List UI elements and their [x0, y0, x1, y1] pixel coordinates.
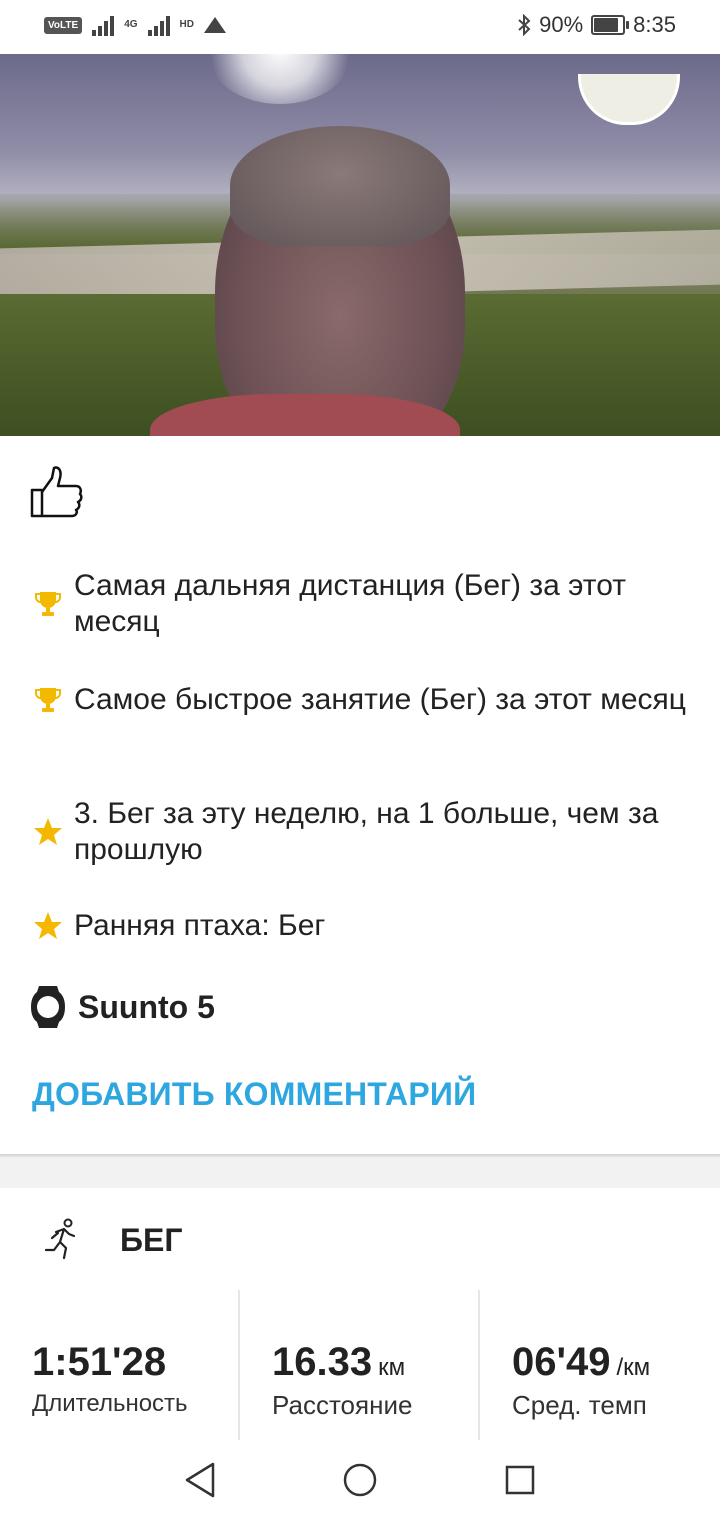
stat-label: Длительность [32, 1390, 188, 1417]
volte-badge: VoLTE [44, 16, 83, 34]
stat-divider [238, 1290, 240, 1440]
stat-value: 06'49 [512, 1340, 611, 1384]
activity-photo[interactable] [0, 54, 720, 436]
stat-label: Сред. темп [512, 1390, 647, 1420]
battery-percent: 90% [539, 12, 584, 37]
section-separator [0, 1154, 720, 1188]
hd-tag: HD [179, 19, 194, 30]
stat-value: 16.33 [272, 1340, 373, 1384]
back-icon[interactable] [180, 1460, 220, 1500]
home-icon[interactable] [340, 1460, 380, 1500]
stat-unit: /км [616, 1354, 651, 1381]
clock: 8:35 [633, 12, 676, 37]
avatar[interactable] [578, 74, 680, 125]
watch-icon [31, 986, 65, 1028]
add-comment-button[interactable]: ДОБАВИТЬ КОММЕНТАРИЙ [32, 1076, 476, 1113]
sport-row: БЕГ [44, 1218, 182, 1262]
stat-label: Расстояние [272, 1390, 413, 1420]
device-row: Suunto 5 [30, 984, 215, 1030]
trophy-icon [32, 588, 64, 620]
thumbs-up-icon[interactable] [28, 466, 84, 520]
trophy-icon [32, 684, 64, 716]
status-bar: VoLTE 4G HD 90% 8:35 [0, 0, 720, 54]
sport-label: БЕГ [120, 1221, 183, 1258]
signal-icon [92, 14, 115, 36]
star-icon [32, 816, 64, 848]
bluetooth-icon [518, 14, 531, 36]
achievement-text: 3. Бег за эту неделю, на 1 больше, чем з… [74, 797, 659, 866]
achievement-item: Ранняя птаха: Бег [32, 908, 692, 944]
stat-unit: км [378, 1354, 406, 1381]
achievement-text: Самая дальняя дистанция (Бег) за этот ме… [74, 569, 626, 638]
navigation-bar [0, 1440, 720, 1520]
achievement-item: 3. Бег за эту неделю, на 1 больше, чем з… [32, 796, 692, 868]
achievement-item: Самая дальняя дистанция (Бег) за этот ме… [32, 568, 692, 640]
achievement-item: Самое быстрое занятие (Бег) за этот меся… [32, 682, 692, 718]
stats-row: 1:51'28 Длительность 16.33 км Расстояние … [0, 1290, 720, 1440]
achievement-text: Ранняя птаха: Бег [74, 909, 326, 942]
achievement-text: Самое быстрое занятие (Бег) за этот меся… [74, 683, 686, 716]
recents-icon[interactable] [500, 1460, 540, 1500]
alert-icon [203, 17, 226, 33]
stat-value: 1:51'28 [32, 1340, 167, 1384]
network-type: 4G [124, 19, 138, 30]
running-icon [44, 1218, 76, 1260]
stat-divider [478, 1290, 480, 1440]
device-name: Suunto 5 [78, 988, 215, 1025]
signal-icon-2 [147, 14, 170, 36]
battery-icon [591, 15, 630, 35]
star-icon [32, 910, 64, 942]
